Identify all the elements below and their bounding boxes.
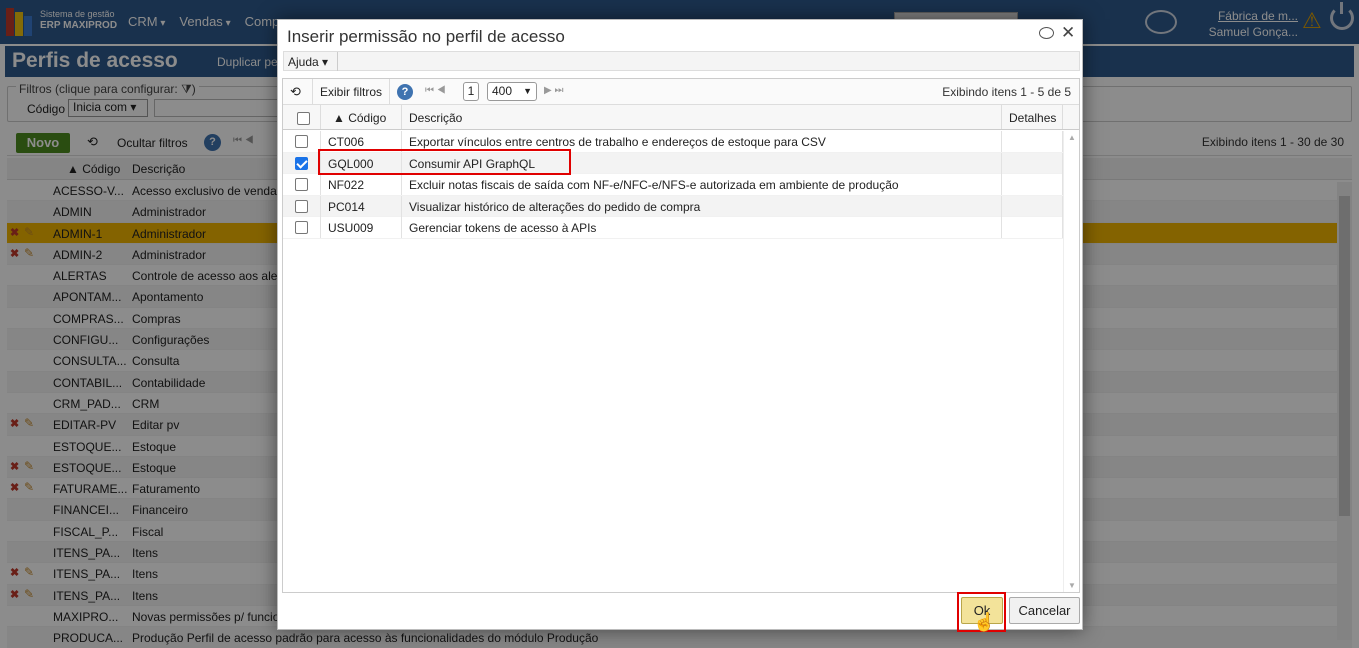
close-icon[interactable]: ✕	[1061, 23, 1075, 43]
select-all-checkbox[interactable]	[297, 111, 310, 126]
col-code-header[interactable]: ▲ Código	[333, 111, 386, 125]
pager-next-last-icon[interactable]: ▶ ⏭	[544, 85, 563, 96]
permission-row[interactable]: USU009 Gerenciar tokens de acesso à APIs	[283, 217, 1063, 239]
col-details-header[interactable]: Detalhes	[1009, 111, 1056, 125]
permission-description: Excluir notas fiscais de saída com NF-e/…	[409, 178, 899, 192]
column-divider	[1001, 174, 1002, 195]
permission-code: USU009	[328, 221, 374, 235]
help-menu[interactable]: Ajuda ▾	[288, 55, 328, 69]
permission-description: Exportar vínculos entre centros de traba…	[409, 135, 826, 149]
help-icon[interactable]: ?	[397, 84, 413, 100]
column-divider	[1001, 195, 1002, 217]
refresh-icon[interactable]: ⟲	[290, 84, 301, 100]
menu-divider	[337, 52, 338, 71]
row-checkbox[interactable]	[295, 199, 308, 213]
cancel-button[interactable]: Cancelar	[1009, 597, 1080, 624]
permission-code: PC014	[328, 199, 365, 214]
page-number-input[interactable]: 1	[463, 82, 479, 101]
permission-dialog: Inserir permissão no perfil de acesso ✕ …	[277, 19, 1083, 632]
column-divider	[320, 195, 321, 217]
permission-description: Visualizar histórico de alterações do pe…	[409, 199, 701, 214]
column-divider	[320, 174, 321, 195]
column-divider	[401, 174, 402, 195]
scroll-up-icon[interactable]: ▲	[1068, 133, 1076, 142]
dialog-showing-count: Exibindo itens 1 - 5 de 5	[942, 85, 1071, 99]
column-divider	[320, 217, 321, 238]
column-divider	[401, 217, 402, 238]
permission-code: NF022	[328, 178, 365, 192]
row-checkbox[interactable]	[295, 156, 308, 170]
column-divider	[401, 195, 402, 217]
scroll-down-icon[interactable]: ▼	[1068, 581, 1076, 590]
permission-description: Gerenciar tokens de acesso à APIs	[409, 221, 597, 235]
dialog-grid-header: ▲ Código Descrição Detalhes	[283, 105, 1079, 130]
row-checkbox[interactable]	[295, 220, 308, 235]
row-checkbox[interactable]	[295, 177, 308, 192]
row-checkbox[interactable]	[295, 134, 308, 149]
dialog-scrollbar[interactable]: ▲ ▼	[1063, 131, 1079, 592]
dialog-toolbar: ⟲ Exibir filtros ? ⏮ ◀ 1 400 ▶ ⏭ Exibind…	[283, 79, 1079, 105]
show-filters-button[interactable]: Exibir filtros	[320, 85, 382, 99]
dialog-grid-rows: CT006 Exportar vínculos entre centros de …	[283, 131, 1063, 239]
toolbar-divider	[312, 79, 313, 105]
column-divider	[1001, 152, 1002, 174]
permission-row[interactable]: NF022 Excluir notas fiscais de saída com …	[283, 174, 1063, 196]
permission-row[interactable]: PC014 Visualizar histórico de alterações …	[283, 195, 1063, 217]
column-divider	[1001, 131, 1002, 152]
column-divider	[1001, 217, 1002, 238]
permission-code: CT006	[328, 135, 365, 149]
dialog-title: Inserir permissão no perfil de acesso	[287, 27, 565, 46]
dialog-menubar: Ajuda ▾	[283, 51, 1080, 71]
comment-icon[interactable]	[1039, 27, 1054, 39]
toolbar-divider	[389, 79, 390, 105]
hand-cursor-icon: ☝	[973, 612, 996, 632]
pager-first-prev-icon[interactable]: ⏮ ◀	[425, 85, 446, 96]
page-size-select[interactable]: 400	[487, 82, 537, 101]
col-desc-header[interactable]: Descrição	[409, 111, 462, 125]
help-menu-label: Ajuda	[288, 55, 319, 69]
highlight-selected-row	[318, 149, 571, 175]
